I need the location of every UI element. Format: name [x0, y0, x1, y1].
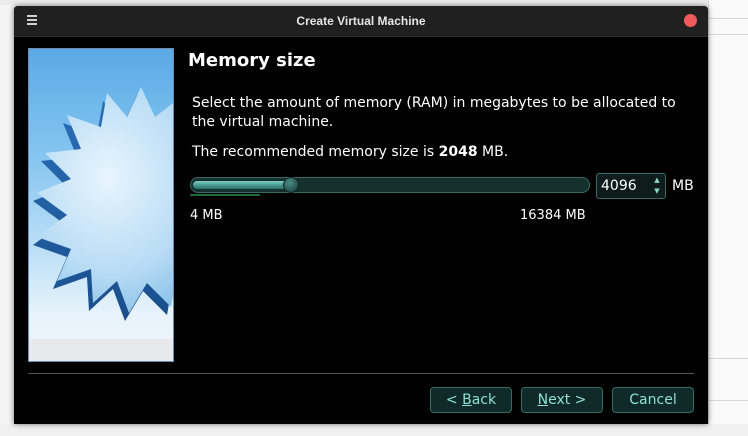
background-divider: [708, 34, 748, 35]
memory-unit-label: MB: [672, 178, 694, 194]
background-side-panel: [708, 0, 748, 436]
back-mnemonic: B: [462, 392, 472, 408]
back-button[interactable]: < Back: [430, 387, 512, 413]
recommend-suffix: MB.: [477, 144, 509, 160]
next-mnemonic: N: [537, 392, 549, 408]
memory-value-input[interactable]: [601, 174, 645, 198]
banner-footer-strip: [29, 339, 173, 361]
wizard-banner-image: [28, 48, 174, 362]
back-prefix: <: [445, 392, 463, 408]
memory-spinbox[interactable]: ▲ ▼: [596, 173, 666, 199]
starburst-icon: [33, 87, 173, 321]
background-divider: [708, 358, 748, 359]
next-rest: ext >: [548, 392, 587, 408]
slider-max-label: 16384 MB: [520, 208, 586, 223]
spin-arrows[interactable]: ▲ ▼: [651, 175, 663, 197]
memory-description: Select the amount of memory (RAM) in meg…: [192, 95, 676, 130]
create-vm-dialog: Create Virtual Machine Memory size Selec…: [14, 6, 708, 424]
recommended-value: 2048: [438, 144, 478, 160]
titlebar: Create Virtual Machine: [14, 6, 708, 37]
window-title: Create Virtual Machine: [296, 14, 426, 28]
background-bottom: [0, 424, 748, 436]
cancel-button[interactable]: Cancel: [612, 387, 694, 413]
memory-slider-handle[interactable]: [283, 177, 299, 193]
spin-down-icon[interactable]: ▼: [651, 186, 663, 197]
background-topbar: [0, 0, 748, 5]
recommended-range-indicator: [190, 194, 260, 196]
button-separator: [28, 373, 694, 374]
recommended-memory-text: The recommended memory size is 2048 MB.: [192, 144, 508, 160]
slider-min-label: 4 MB: [190, 208, 223, 223]
spin-up-icon[interactable]: ▲: [651, 175, 663, 186]
recommend-prefix: The recommended memory size is: [192, 144, 439, 160]
next-button[interactable]: Next >: [521, 387, 603, 413]
back-rest: ack: [471, 392, 497, 408]
background-divider: [708, 18, 748, 19]
background-divider: [708, 400, 748, 401]
memory-slider-fill: [193, 181, 291, 189]
close-icon[interactable]: [684, 14, 697, 27]
memory-slider[interactable]: [190, 177, 590, 193]
page-title: Memory size: [188, 50, 316, 71]
